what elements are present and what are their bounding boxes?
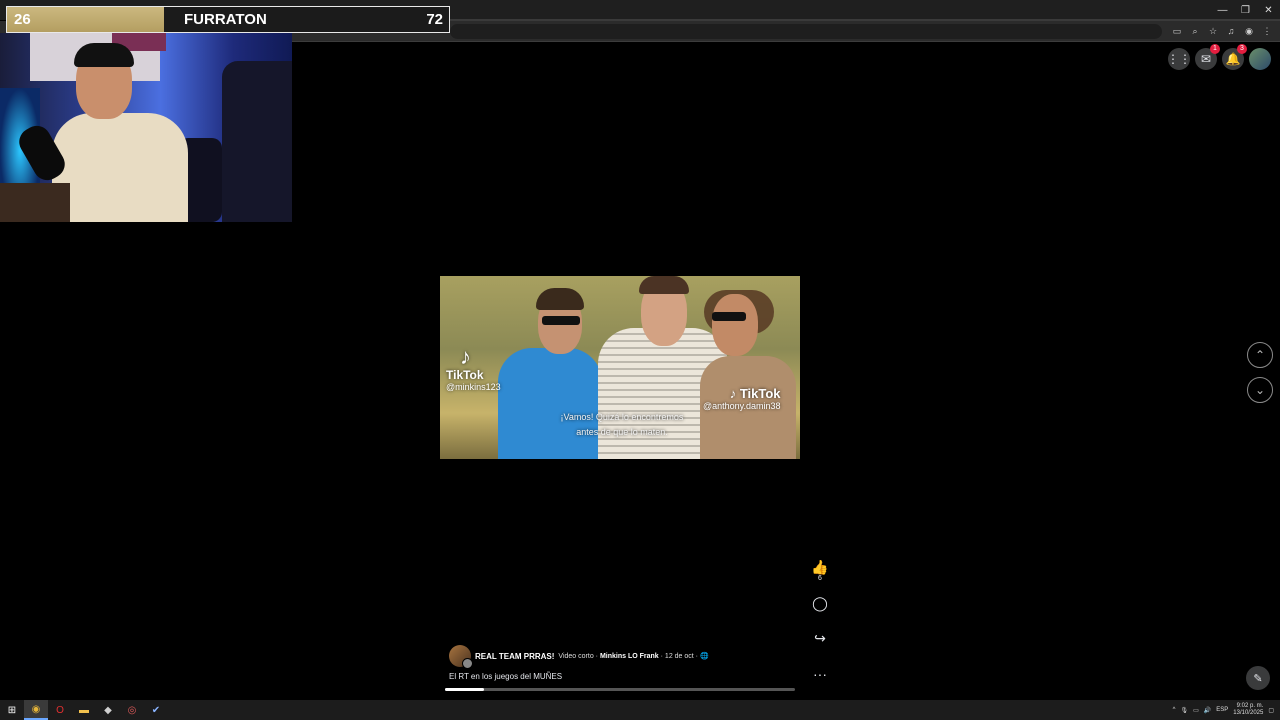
taskbar-steam[interactable]: ✔ bbox=[144, 700, 168, 720]
apps-menu-icon[interactable]: ⋮⋮ bbox=[1167, 48, 1191, 70]
tiktok-right-word: ♪ TikTok bbox=[730, 386, 781, 401]
network-icon[interactable]: ▭ bbox=[1193, 707, 1199, 714]
messenger-icon[interactable]: ✉ 1 bbox=[1195, 44, 1220, 70]
clock-date: 13/10/2025 bbox=[1233, 710, 1264, 716]
language-indicator[interactable]: ESP bbox=[1216, 707, 1228, 713]
comment-icon: ◯ bbox=[812, 595, 828, 611]
page-avatar[interactable] bbox=[449, 645, 473, 669]
close-icon[interactable]: ✕ bbox=[1257, 0, 1280, 20]
post-caption: El RT en los juegos del MUÑES bbox=[449, 672, 563, 681]
share-button[interactable]: ↪ bbox=[808, 630, 832, 646]
windows-logo-icon: ⊞ bbox=[7, 704, 17, 716]
chevron-down-icon: ⌄ bbox=[1254, 383, 1266, 397]
score-bar: 26 FURRATON 72 bbox=[6, 6, 450, 33]
video-subtitle: ¡Vamos! Quizá lo encontremos antes de qu… bbox=[532, 410, 712, 440]
author-mini-avatar bbox=[462, 658, 473, 669]
tiktok-watermark-left: ♪ TikTok @minkins123 bbox=[446, 344, 501, 393]
tiktok-icon: ♪ bbox=[729, 386, 740, 401]
streamer-webcam bbox=[0, 33, 292, 222]
score-title: FURRATON bbox=[184, 11, 267, 28]
cast-icon[interactable]: ▭ bbox=[1170, 23, 1184, 39]
score-left-value: 26 bbox=[7, 7, 164, 32]
post-author-link[interactable]: Minkins LO Frank bbox=[600, 653, 659, 660]
next-reel-button[interactable]: ⌄ bbox=[1247, 377, 1273, 403]
window-controls: — ❐ ✕ bbox=[1211, 0, 1280, 20]
page-name-link[interactable]: REAL TEAM PRRAS! bbox=[475, 652, 554, 661]
start-button[interactable]: ⊞ bbox=[0, 700, 24, 720]
minimize-icon[interactable]: — bbox=[1211, 0, 1234, 20]
steam-icon: ✔ bbox=[151, 704, 161, 716]
star-icon[interactable]: ☆ bbox=[1206, 23, 1220, 39]
tiktok-right-handle: @anthony.damin38 bbox=[703, 401, 781, 411]
notification-center-icon[interactable]: ▢ bbox=[1268, 707, 1274, 714]
zoom-icon[interactable]: ⌕ bbox=[1188, 23, 1202, 39]
webcam-gaming-chair bbox=[222, 61, 292, 222]
like-button[interactable]: 👍 6 bbox=[808, 559, 832, 582]
windows-taskbar: ⊞ ◉ O ▬ ◆ ◎ ✔ ^ 🎙 ▭ 🔊 ESP 9:02 p. m. 13/… bbox=[0, 700, 1280, 720]
opera-icon: O bbox=[56, 704, 64, 716]
subtitle-line-1: ¡Vamos! Quizá lo encontremos bbox=[560, 412, 684, 422]
reel-video[interactable]: ♪ TikTok @minkins123 ♪ TikTok @anthony.d… bbox=[440, 276, 800, 459]
menu-icon[interactable]: ⋮ bbox=[1260, 23, 1274, 39]
post-info: REAL TEAM PRRAS! Video corto · Minkins L… bbox=[449, 645, 799, 669]
address-bar[interactable] bbox=[450, 24, 1162, 39]
taskbar-app-5[interactable]: ◎ bbox=[120, 700, 144, 720]
webcam-desk bbox=[0, 183, 70, 222]
messenger-badge: 1 bbox=[1210, 44, 1220, 54]
tiktok-left-handle: @minkins123 bbox=[446, 382, 501, 392]
app-icon: ◆ bbox=[104, 704, 112, 716]
clock-time: 9:02 p. m. bbox=[1236, 703, 1264, 709]
compose-icon: ✎ bbox=[1253, 672, 1263, 685]
thumbs-up-icon: 👍 bbox=[811, 559, 829, 575]
facebook-header-actions: ⋮⋮ ✉ 1 🔔 3 bbox=[1167, 44, 1271, 70]
webcam-streamer-body bbox=[52, 113, 188, 222]
video-person-right bbox=[700, 290, 796, 459]
notifications-badge: 3 bbox=[1237, 44, 1247, 54]
tiktok-watermark-right: ♪ TikTok @anthony.damin38 bbox=[703, 386, 781, 411]
app-icon: ◎ bbox=[127, 704, 137, 716]
notifications-icon[interactable]: 🔔 3 bbox=[1222, 44, 1247, 70]
more-options-button[interactable]: ··· bbox=[808, 666, 832, 682]
post-meta: Video corto · Minkins LO Frank · 12 de o… bbox=[558, 653, 709, 660]
more-icon: ··· bbox=[813, 666, 827, 682]
subtitle-line-2: antes de que lo maten. bbox=[576, 427, 668, 437]
taskbar-file-explorer[interactable]: ▬ bbox=[72, 700, 96, 720]
taskbar-clock[interactable]: 9:02 p. m. 13/10/2025 bbox=[1233, 703, 1263, 717]
webcam-streamer-hair bbox=[74, 43, 134, 67]
like-count: 6 bbox=[818, 575, 822, 582]
globe-icon: 🌐 bbox=[699, 653, 709, 660]
chrome-icon: ◉ bbox=[31, 703, 41, 715]
tiktok-right-word-text: TikTok bbox=[739, 386, 781, 401]
account-icon[interactable]: ◉ bbox=[1242, 23, 1256, 39]
volume-icon[interactable]: 🔊 bbox=[1204, 707, 1211, 714]
folder-icon: ▬ bbox=[79, 704, 89, 716]
comment-button[interactable]: ◯ bbox=[808, 595, 832, 611]
taskbar-app-4[interactable]: ◆ bbox=[96, 700, 120, 720]
previous-reel-button[interactable]: ⌃ bbox=[1247, 342, 1273, 368]
chevron-up-icon: ⌃ bbox=[1254, 348, 1266, 362]
taskbar-chrome[interactable]: ◉ bbox=[24, 700, 48, 720]
tiktok-icon: ♪ bbox=[460, 344, 471, 369]
chevron-up-icon[interactable]: ^ bbox=[1173, 707, 1176, 713]
post-date[interactable]: 12 de oct bbox=[665, 653, 694, 660]
microphone-icon[interactable]: 🎙 bbox=[1181, 707, 1189, 714]
post-type: Video corto bbox=[558, 653, 594, 660]
profile-avatar[interactable] bbox=[1249, 48, 1271, 70]
maximize-icon[interactable]: ❐ bbox=[1234, 0, 1257, 20]
media-icon[interactable]: ♫ bbox=[1224, 23, 1238, 39]
taskbar-opera[interactable]: O bbox=[48, 700, 72, 720]
share-icon: ↪ bbox=[814, 630, 826, 646]
tiktok-left-word: TikTok bbox=[446, 368, 484, 382]
system-tray: ^ 🎙 ▭ 🔊 ESP 9:02 p. m. 13/10/2025 ▢ bbox=[1173, 700, 1280, 720]
new-message-button[interactable]: ✎ bbox=[1246, 666, 1270, 690]
video-progress-bar[interactable] bbox=[445, 688, 795, 691]
score-right-value: 72 bbox=[426, 11, 443, 28]
score-right-panel: FURRATON 72 bbox=[164, 7, 449, 32]
video-progress-fill bbox=[445, 688, 484, 691]
